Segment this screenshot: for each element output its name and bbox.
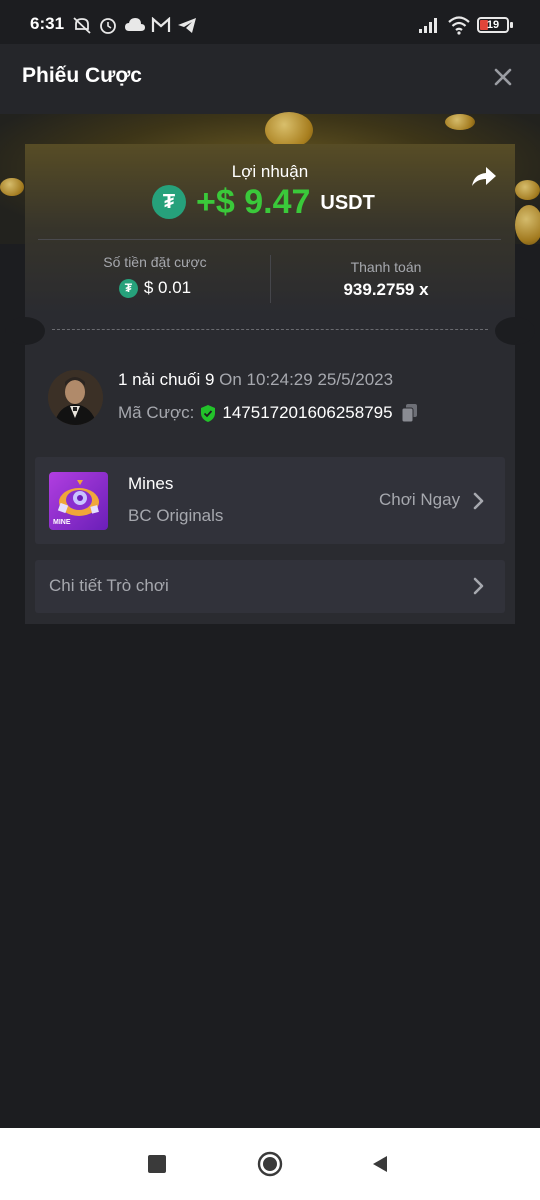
game-thumb-label: MINE	[53, 519, 71, 526]
coin-decoration	[265, 112, 313, 148]
battery-tip	[510, 22, 513, 28]
bet-amount-row: ₮ $ 0.01	[40, 278, 270, 298]
coin-decoration	[445, 114, 475, 130]
recents-button[interactable]	[148, 1155, 166, 1173]
divider	[38, 239, 501, 240]
user-line: 1 nải chuối 9 On 10:24:29 25/5/2023	[118, 370, 393, 390]
ticket-notch	[5, 317, 45, 345]
avatar[interactable]	[48, 370, 103, 425]
play-now-button[interactable]: Chơi Ngay	[379, 490, 460, 510]
home-button[interactable]	[257, 1151, 283, 1177]
username[interactable]: 1 nải chuối 9	[118, 370, 214, 389]
profit-unit: USDT	[320, 191, 375, 214]
bet-id-label: Mã Cược:	[118, 403, 195, 422]
back-button[interactable]	[370, 1154, 390, 1174]
game-details-label: Chi tiết Trò chơi	[49, 576, 169, 595]
tether-icon: ₮	[152, 185, 186, 219]
bet-time: On 10:24:29 25/5/2023	[219, 370, 394, 389]
profit-label: Lợi nhuận	[231, 162, 309, 181]
shield-icon	[201, 404, 216, 422]
bet-id-value: 147517201606258795	[222, 403, 393, 422]
share-icon[interactable]	[468, 162, 498, 192]
dashed-divider	[52, 329, 488, 330]
payout-label: Thanh toán	[350, 259, 422, 275]
mute-icon	[73, 17, 91, 34]
avatar-image	[48, 370, 103, 425]
game-thumbnail: MINE	[49, 472, 108, 530]
bet-amount-value: $ 0.01	[143, 278, 192, 297]
wifi-icon	[448, 16, 470, 35]
cloud-icon	[125, 18, 145, 31]
battery-icon: 19	[477, 17, 509, 33]
close-icon[interactable]	[488, 62, 518, 92]
alarm-icon	[100, 18, 116, 34]
chevron-right-icon	[473, 492, 484, 510]
profit-value: +$ 9.47	[196, 182, 311, 221]
game-name: Mines	[128, 474, 174, 493]
bet-amount-label: Số tiền đặt cược	[103, 254, 207, 270]
signal-icon	[419, 18, 437, 33]
profit-row: ₮ +$ 9.47 USDT	[152, 182, 375, 222]
tether-icon: ₮	[118, 278, 138, 298]
coin-decoration	[0, 178, 24, 196]
copy-icon[interactable]	[401, 403, 419, 423]
gmail-icon	[151, 17, 171, 32]
payout-value: 939.2759 x	[343, 280, 429, 299]
page-title: Phiếu Cược	[22, 64, 142, 87]
status-time: 6:31	[30, 14, 65, 33]
game-provider: BC Originals	[128, 506, 224, 525]
telegram-icon	[178, 18, 196, 33]
chevron-right-icon	[473, 577, 484, 595]
bet-id-line: Mã Cược: 147517201606258795	[118, 403, 419, 423]
battery-level: 19	[486, 19, 500, 31]
coin-decoration	[515, 205, 540, 245]
ticket-notch	[495, 317, 535, 345]
coin-decoration	[515, 180, 540, 200]
